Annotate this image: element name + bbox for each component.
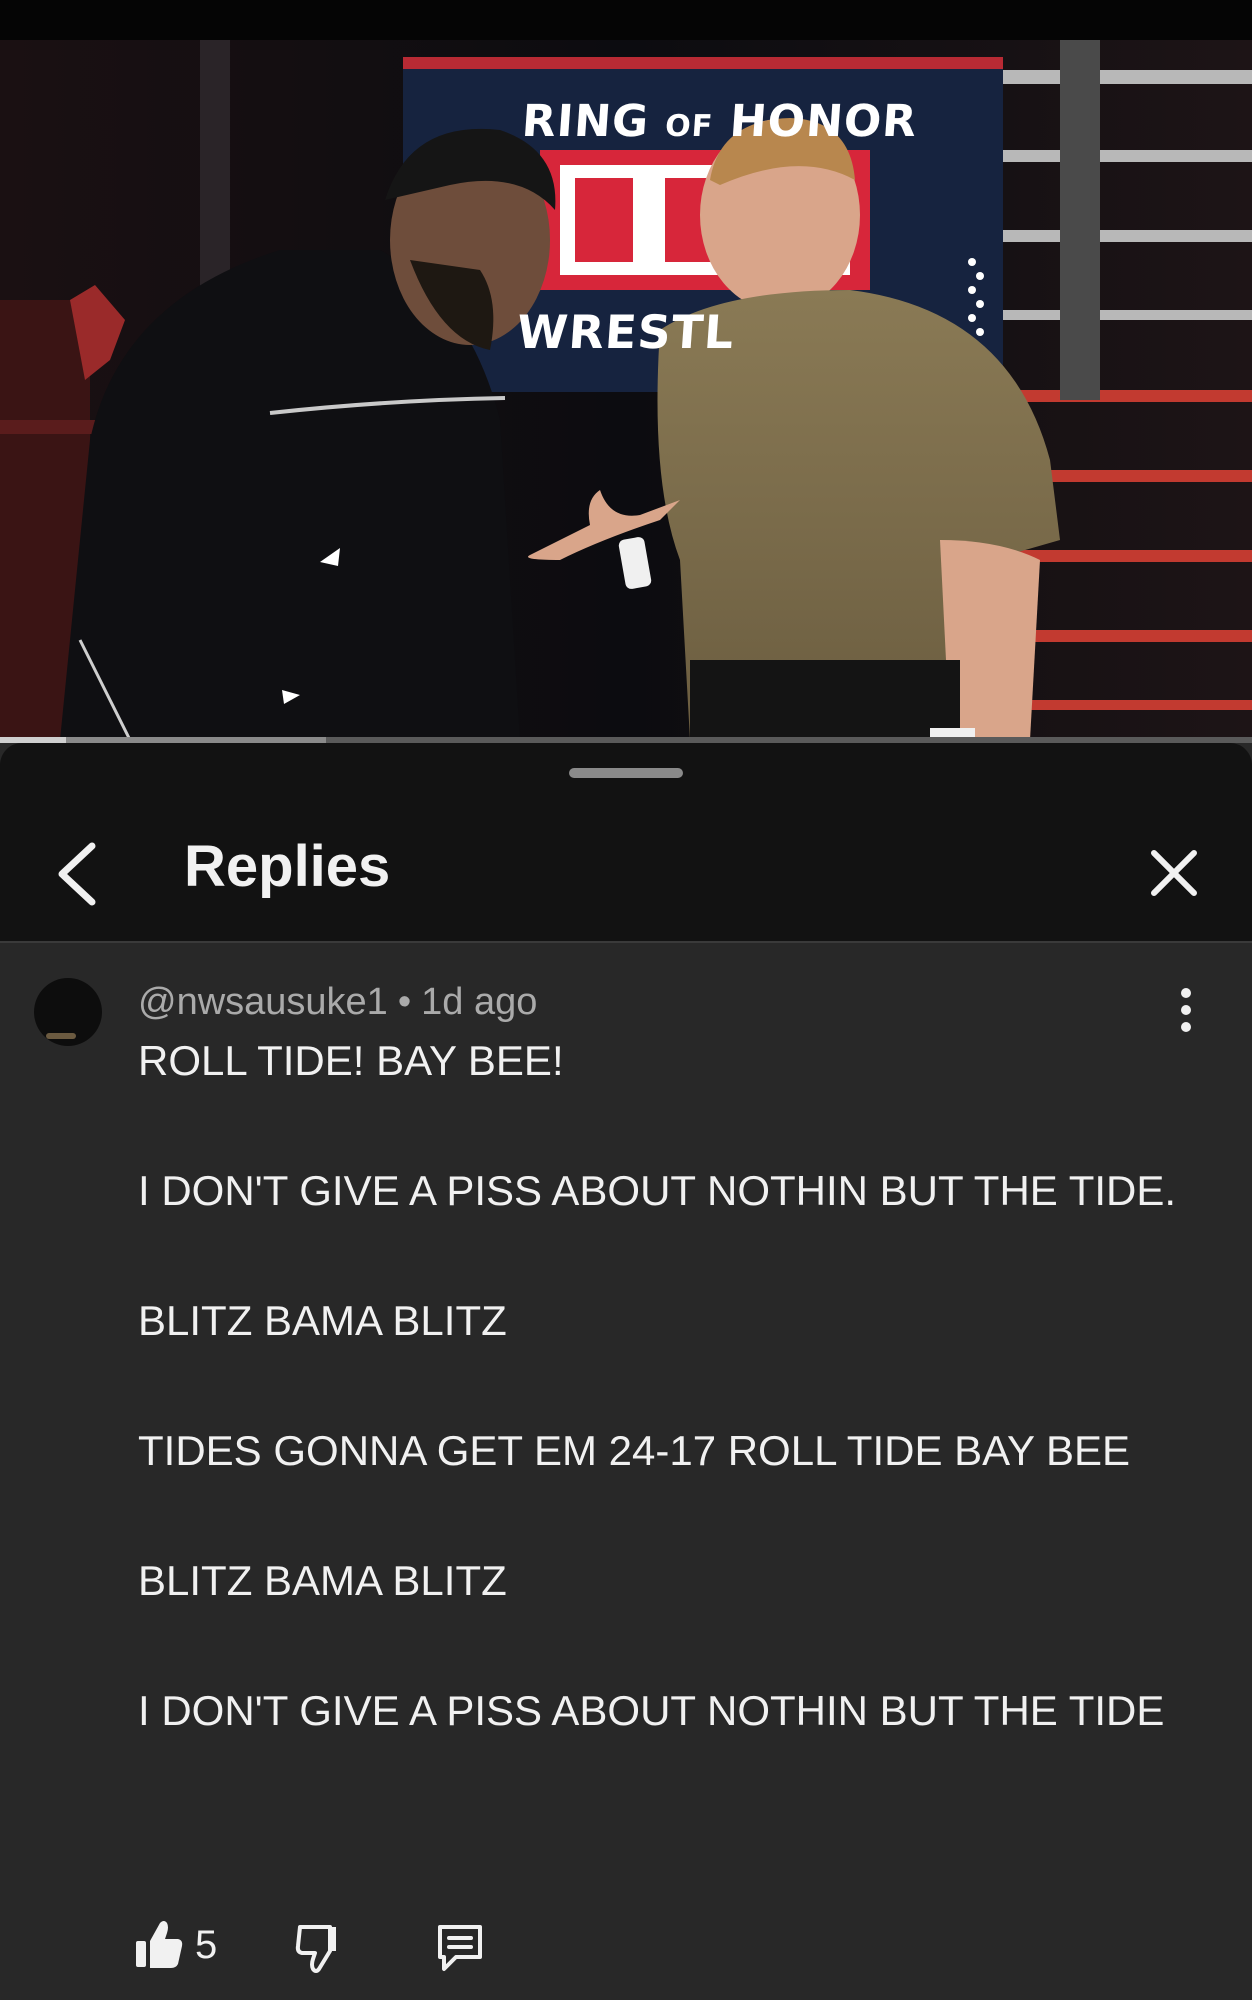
comment-line: BLITZ BAMA BLITZ [138, 1297, 507, 1344]
sheet-title: Replies [184, 834, 391, 899]
sign-text-wrestling: WRESTL [515, 305, 737, 359]
sheet-header: Replies [0, 743, 1252, 943]
comment-line: I DON'T GIVE A PISS ABOUT NOTHIN BUT THE… [138, 1167, 1177, 1214]
comment-line: I DON'T GIVE A PISS ABOUT NOTHIN BUT THE… [138, 1687, 1165, 1734]
dislike-button[interactable] [294, 1921, 344, 1977]
like-button[interactable] [134, 1917, 184, 1973]
comment-time: 1d ago [421, 981, 538, 1023]
avatar[interactable] [34, 978, 102, 1046]
sign-text-honor: HONOR [728, 96, 919, 147]
reply-button[interactable] [434, 1921, 486, 1975]
close-icon [1151, 850, 1197, 896]
replies-sheet: Replies @nwsausuke1 • 1d ago ROLL TIDE! BA… [0, 743, 1252, 2000]
reply-comment-icon [438, 1925, 482, 1971]
comment-author[interactable]: @nwsausuke1 [138, 981, 388, 1023]
back-button[interactable] [50, 838, 106, 910]
comment-line: BLITZ BAMA BLITZ [138, 1557, 507, 1604]
close-button[interactable] [1146, 841, 1202, 905]
meta-separator: • [397, 981, 412, 1023]
chevron-left-icon [58, 842, 96, 906]
like-count: 5 [195, 1923, 218, 1967]
sign-text-ring: RING [520, 96, 651, 147]
comment-meta: @nwsausuke1 • 1d ago [138, 981, 537, 1024]
thumbs-down-icon [295, 1925, 336, 1973]
comment-line: ROLL TIDE! BAY BEE! [138, 1037, 564, 1084]
sign-text-of: OF [663, 109, 715, 144]
comment-text: ROLL TIDE! BAY BEE! I DON'T GIVE A PISS … [138, 1028, 1198, 1808]
video-player[interactable]: RING OF HONOR WRESTL [0, 0, 1252, 743]
comment-line: TIDES GONNA GET EM 24-17 ROLL TIDE BAY B… [138, 1427, 1131, 1474]
thumbs-up-filled-icon [136, 1921, 183, 1968]
avatar-detail [46, 1033, 76, 1039]
drag-handle[interactable] [569, 768, 683, 778]
